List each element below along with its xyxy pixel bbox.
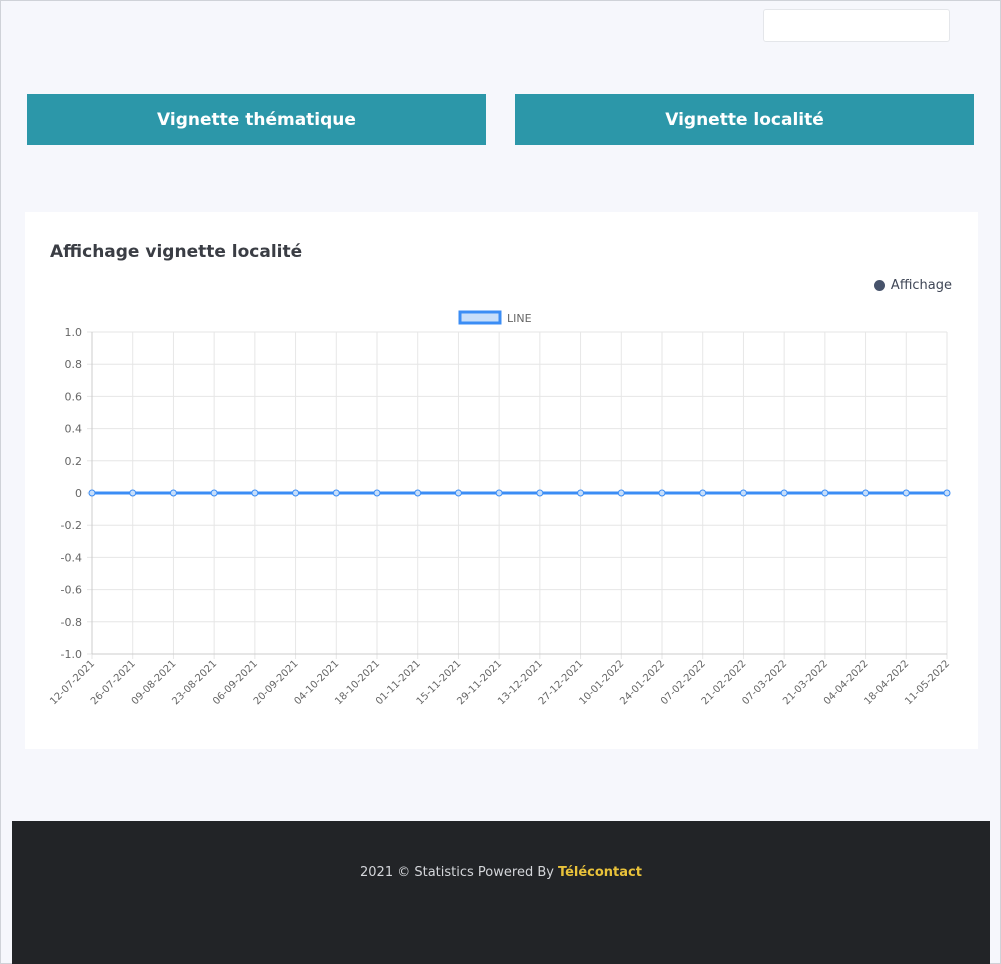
data-point bbox=[454, 489, 462, 497]
data-point bbox=[88, 489, 96, 497]
data-point bbox=[373, 489, 381, 497]
data-point bbox=[902, 489, 910, 497]
data-point bbox=[658, 489, 666, 497]
data-point bbox=[129, 489, 137, 497]
data-point bbox=[821, 489, 829, 497]
y-tick-label: 0.2 bbox=[65, 455, 83, 468]
y-tick-label: 1.0 bbox=[65, 326, 83, 339]
data-point bbox=[536, 489, 544, 497]
vignette-thematique-button[interactable]: Vignette thématique bbox=[27, 94, 486, 145]
data-point bbox=[577, 489, 585, 497]
y-tick-label: 0.4 bbox=[65, 423, 83, 436]
footer-brand-link[interactable]: Télécontact bbox=[558, 865, 642, 964]
y-tick-label: -0.2 bbox=[61, 519, 82, 532]
data-point bbox=[739, 489, 747, 497]
legend-label-line: LINE bbox=[507, 312, 532, 325]
chart-card: Affichage vignette localité Affichage 1.… bbox=[25, 212, 978, 749]
y-tick-label: -1.0 bbox=[61, 648, 82, 661]
data-point bbox=[699, 489, 707, 497]
y-tick-label: -0.4 bbox=[61, 551, 82, 564]
data-point bbox=[780, 489, 788, 497]
data-point bbox=[862, 489, 870, 497]
data-point bbox=[251, 489, 259, 497]
data-point bbox=[292, 489, 300, 497]
data-point bbox=[414, 489, 422, 497]
data-point bbox=[210, 489, 218, 497]
vignette-localite-button[interactable]: Vignette localité bbox=[515, 94, 974, 145]
data-point bbox=[943, 489, 951, 497]
footer-text: 2021 © Statistics Powered By bbox=[360, 865, 554, 880]
footer: 2021 © Statistics Powered By Télécontact bbox=[12, 821, 990, 964]
legend-swatch bbox=[458, 310, 502, 325]
data-point bbox=[332, 489, 340, 497]
y-tick-label: 0.6 bbox=[65, 390, 83, 403]
y-tick-label: 0.8 bbox=[65, 358, 83, 371]
y-tick-label: 0 bbox=[75, 487, 82, 500]
data-point bbox=[495, 489, 503, 497]
y-tick-label: -0.6 bbox=[61, 584, 82, 597]
line-chart: 1.00.80.60.40.20-0.2-0.4-0.6-0.8-1.012-0… bbox=[48, 310, 952, 707]
data-point bbox=[617, 489, 625, 497]
y-tick-label: -0.8 bbox=[61, 616, 82, 629]
data-point bbox=[169, 489, 177, 497]
search-input[interactable] bbox=[763, 9, 950, 42]
